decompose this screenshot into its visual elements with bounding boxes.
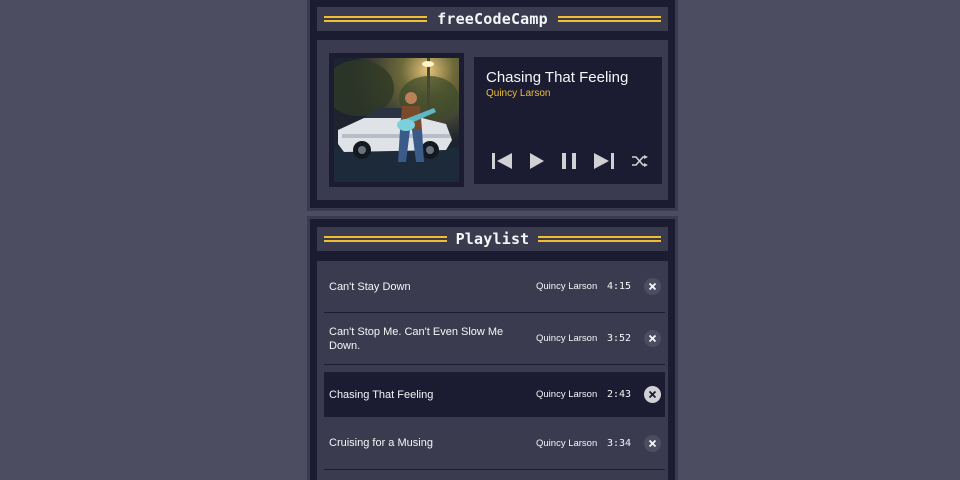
player-content: Chasing That Feeling Quincy Larson <box>317 40 668 200</box>
next-button[interactable] <box>594 153 614 169</box>
play-icon <box>530 153 544 169</box>
playlist-item[interactable]: Can't Stay Down Quincy Larson 4:15 <box>324 261 665 313</box>
song-title: Can't Stay Down <box>329 280 411 293</box>
now-playing-title: Chasing That Feeling <box>486 69 629 86</box>
song-duration: 3:52 <box>607 333 632 344</box>
previous-icon <box>492 153 512 169</box>
close-icon <box>649 335 656 342</box>
song-artist: Quincy Larson <box>536 437 598 449</box>
delete-song-button[interactable] <box>644 330 661 347</box>
song-artist: Quincy Larson <box>536 281 598 292</box>
header-decoration-lines-right <box>558 16 661 22</box>
previous-button[interactable] <box>492 153 512 169</box>
song-title: Cruising for a Musing <box>329 437 433 449</box>
delete-song-button[interactable] <box>644 278 661 295</box>
song-duration: 4:15 <box>607 281 632 292</box>
shuffle-button[interactable] <box>632 155 648 167</box>
now-playing-info: Chasing That Feeling Quincy Larson <box>474 57 662 184</box>
close-icon <box>649 439 656 447</box>
song-artist: Quincy Larson <box>536 333 598 344</box>
pause-icon <box>562 153 576 169</box>
album-art <box>334 58 459 182</box>
player-panel: freeCodeCamp Chasing That Feeling Quincy… <box>307 0 678 211</box>
playlist-songs: Can't Stay Down Quincy Larson 4:15 Can't… <box>317 261 668 480</box>
song-title: Can't Stop Me. Can't Even Slow Me Down. <box>329 325 504 352</box>
player-title: freeCodeCamp <box>437 10 548 28</box>
playlist-panel: Playlist Can't Stay Down Quincy Larson 4… <box>307 216 678 480</box>
player-controls <box>492 151 648 171</box>
playlist-item[interactable]: Cruising for a Musing Quincy Larson 3:34 <box>324 417 665 470</box>
song-title: Chasing That Feeling <box>329 388 434 401</box>
header-decoration-lines-right <box>537 236 661 242</box>
close-icon <box>649 391 656 398</box>
song-duration: 2:43 <box>607 389 632 400</box>
pause-button[interactable] <box>562 153 576 169</box>
album-art-frame <box>329 53 464 187</box>
player-header-bar: freeCodeCamp <box>317 7 668 31</box>
close-icon <box>649 283 656 290</box>
row-spacer <box>324 365 661 372</box>
song-duration: 3:34 <box>607 437 632 449</box>
now-playing-artist: Quincy Larson <box>486 88 551 99</box>
play-button[interactable] <box>530 153 544 169</box>
playlist-item-current[interactable]: Chasing That Feeling Quincy Larson 2:43 <box>324 372 665 417</box>
delete-song-button[interactable] <box>644 386 661 403</box>
next-icon <box>594 153 614 169</box>
playlist-header-bar: Playlist <box>317 227 668 251</box>
playlist-item[interactable]: Can't Stop Me. Can't Even Slow Me Down. … <box>324 313 665 365</box>
song-artist: Quincy Larson <box>536 389 598 400</box>
playlist-title: Playlist <box>455 230 530 248</box>
delete-song-button[interactable] <box>644 434 661 452</box>
header-decoration-lines-left <box>324 16 427 22</box>
shuffle-icon <box>632 155 648 167</box>
header-decoration-lines-left <box>324 236 447 242</box>
